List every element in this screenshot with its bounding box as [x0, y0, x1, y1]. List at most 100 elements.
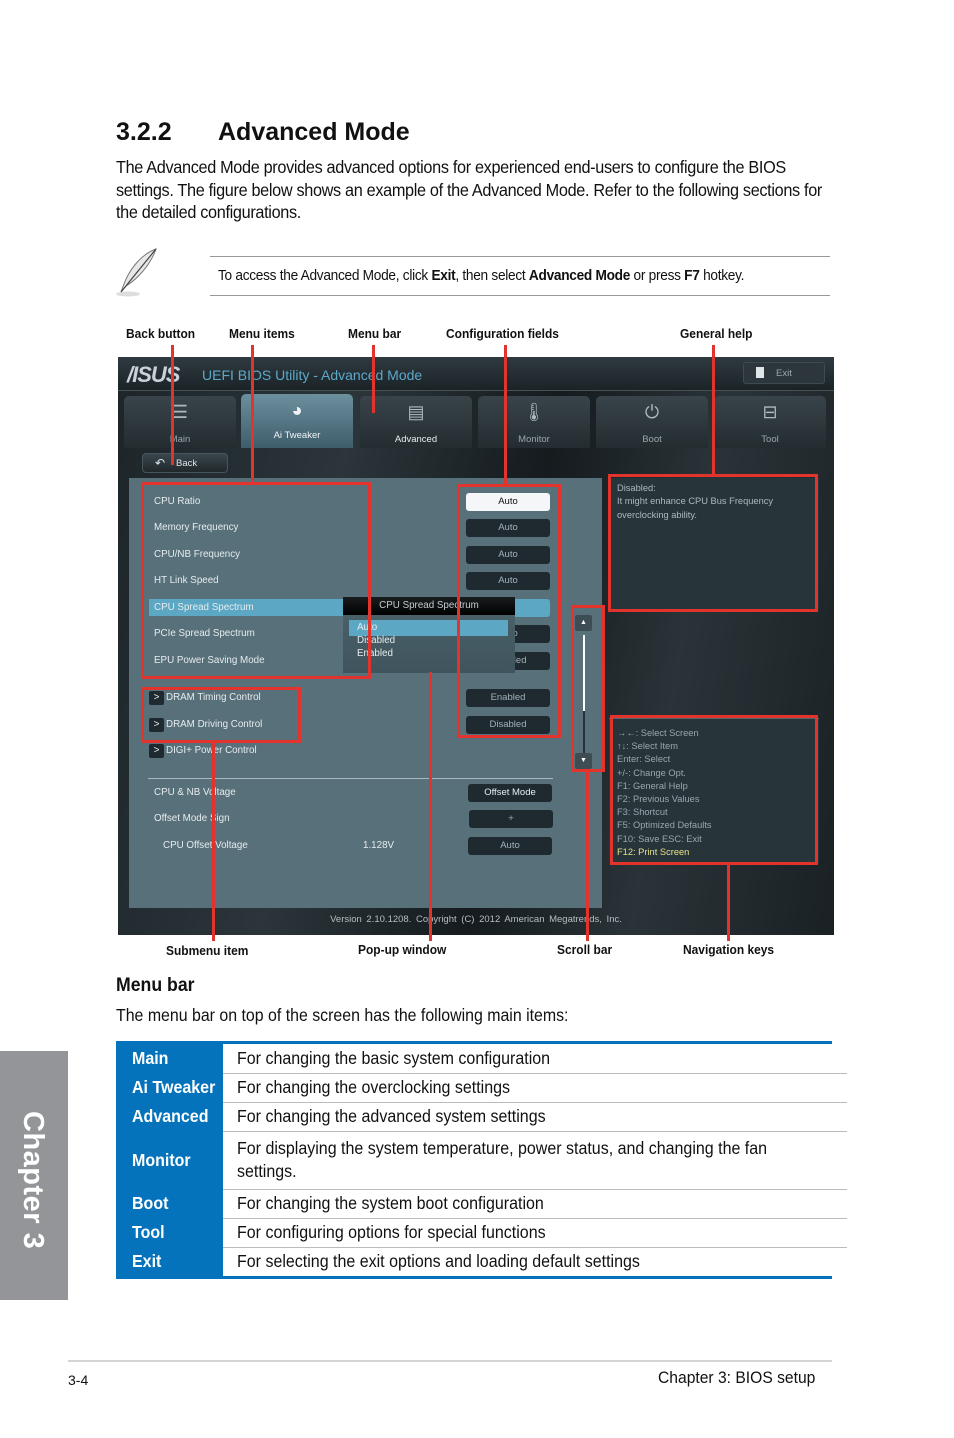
note-text: To access the Advanced Mode, click Exit,…	[218, 268, 744, 284]
exit-door-icon	[756, 367, 764, 378]
toolbox-icon: ⊟	[762, 402, 778, 422]
menu-item-name: Exit	[132, 1251, 162, 1271]
menu-bar-description: The menu bar on top of the screen has th…	[116, 1005, 569, 1025]
footer-chapter-title: Chapter 3: BIOS setup	[658, 1368, 816, 1387]
menu-item-name: Advanced	[132, 1106, 209, 1126]
bios-title-bar: /ISUS UEFI BIOS Utility - Advanced Mode …	[118, 357, 834, 391]
advanced-icon: ▤	[407, 402, 425, 422]
chapter-tab-label: Chapter 3	[17, 1111, 49, 1250]
leader-general-help	[712, 345, 715, 474]
callout-box-general-help	[608, 474, 818, 612]
menu-item-name: Monitor	[132, 1149, 191, 1170]
tab-label: Ai Tweaker	[273, 430, 321, 441]
section-divider	[148, 778, 553, 779]
menu-item-desc: For selecting the exit options and loadi…	[236, 1251, 640, 1272]
item-cpu-nb-voltage[interactable]: CPU & NB Voltage	[154, 787, 236, 798]
leader-scrollbar	[586, 772, 589, 941]
tab-label: Monitor	[518, 434, 550, 445]
submenu-arrow-icon: >	[149, 744, 164, 758]
bios-title: UEFI BIOS Utility - Advanced Mode	[202, 367, 423, 383]
menu-item-name: Main	[132, 1048, 169, 1068]
exit-button[interactable]: Exit	[743, 362, 825, 384]
tab-advanced[interactable]: ▤ Advanced	[360, 396, 472, 448]
value-offset-mode-sign[interactable]: +	[469, 810, 553, 828]
callout-general-help: General help	[680, 326, 753, 341]
leader-nav-keys	[727, 865, 730, 941]
section-title: Advanced Mode	[218, 118, 410, 146]
tab-label: Boot	[642, 434, 662, 445]
tab-label: Tool	[761, 434, 779, 445]
callout-box-config-fields	[457, 484, 561, 738]
intro-paragraph: The Advanced Mode provides advanced opti…	[116, 157, 823, 223]
callout-box-menu-items	[141, 482, 371, 679]
tab-main[interactable]: ☰ Main	[124, 396, 236, 448]
tab-label: Main	[169, 434, 191, 445]
tab-ai-tweaker[interactable]: ◕ Ai Tweaker	[241, 394, 353, 448]
note-advanced-keyword: Advanced Mode	[528, 268, 631, 284]
callout-navigation-keys: Navigation keys	[683, 942, 775, 957]
menu-item-name: Tool	[132, 1222, 165, 1242]
menu-bar-table: Main For changing the basic system config…	[116, 1041, 847, 1279]
value-cpu-offset-voltage[interactable]: Auto	[468, 837, 552, 855]
exit-label: Exit	[776, 368, 792, 379]
callout-box-nav-keys	[610, 715, 818, 865]
menu-bar-heading: Menu bar	[116, 975, 195, 996]
value-cpu-nb-voltage[interactable]: Offset Mode	[468, 784, 552, 802]
note-text-part: or press	[630, 268, 685, 284]
tab-tool[interactable]: ⊟ Tool	[714, 396, 826, 448]
callout-submenu-item: Submenu item	[166, 943, 249, 958]
menu-item-desc: For changing the system boot configurati…	[236, 1193, 544, 1213]
note-exit-keyword: Exit	[431, 268, 456, 284]
note-rule-bottom	[210, 295, 830, 296]
section-number: 3.2.2	[116, 118, 172, 146]
power-icon: ⏻	[644, 402, 660, 422]
callout-box-submenu	[141, 687, 301, 743]
table-row: Tool For configuring options for special …	[119, 1218, 847, 1248]
chapter-side-tab: Chapter 3	[0, 1051, 68, 1300]
leader-menu-bar	[372, 345, 375, 413]
menu-item-name: Ai Tweaker	[132, 1077, 216, 1097]
note-f7-keyword: F7	[684, 268, 700, 284]
note-rule-top	[210, 256, 830, 257]
leader-back-button	[171, 345, 174, 465]
tab-monitor[interactable]: 🌡 Monitor	[478, 396, 590, 448]
thermometer-icon: 🌡	[522, 402, 546, 422]
leader-popup	[429, 672, 432, 941]
callout-menu-items: Menu items	[229, 326, 295, 341]
callout-scroll-bar: Scroll bar	[557, 942, 613, 957]
note-text-part: hotkey.	[699, 268, 745, 284]
tab-boot[interactable]: ⏻ Boot	[596, 396, 708, 448]
menu-item-desc: For changing the overclocking settings	[236, 1077, 510, 1097]
back-arrow-icon: ↶	[155, 456, 166, 470]
menu-item-desc: For configuring options for special func…	[236, 1222, 546, 1242]
note-text-part: , then select	[455, 268, 529, 284]
callout-configuration-fields: Configuration fields	[446, 326, 559, 341]
table-row: Boot For changing the system boot configu…	[119, 1189, 847, 1219]
tab-label: Advanced	[394, 434, 438, 445]
list-icon: ☰	[171, 402, 189, 422]
leader-config-fields	[504, 345, 507, 484]
feather-pen-icon	[112, 246, 162, 298]
cpu-offset-voltage-reading: 1.128V	[363, 840, 395, 851]
menu-item-desc: For changing the advanced system setting…	[236, 1106, 546, 1126]
callout-box-scrollbar	[571, 605, 605, 772]
back-button[interactable]: ↶ Back	[142, 453, 228, 473]
leader-menu-items	[251, 345, 254, 482]
item-cpu-offset-voltage[interactable]: CPU Offset Voltage	[163, 840, 248, 851]
item-offset-mode-sign[interactable]: Offset Mode Sign	[154, 813, 230, 824]
tweaker-icon: ◕	[291, 400, 303, 420]
menu-item-desc: For changing the basic system configurat…	[236, 1047, 550, 1068]
menu-item-name: Boot	[132, 1193, 169, 1213]
page-number: 3-4	[68, 1372, 89, 1388]
footer-rule	[68, 1360, 832, 1362]
table-row: Advanced For changing the advanced system…	[119, 1102, 847, 1132]
leader-submenu	[212, 743, 215, 941]
callout-popup-window: Pop-up window	[358, 942, 447, 957]
back-label: Back	[176, 458, 198, 469]
table-row: Exit For selecting the exit options and l…	[119, 1247, 847, 1276]
note-text-part: To access the Advanced Mode, click	[218, 268, 432, 284]
callout-back-button: Back button	[126, 326, 196, 341]
table-row: Monitor For displaying the system tempera…	[119, 1131, 847, 1190]
table-row: Ai Tweaker For changing the overclocking …	[119, 1073, 847, 1103]
table-row: Main For changing the basic system config…	[119, 1044, 847, 1074]
